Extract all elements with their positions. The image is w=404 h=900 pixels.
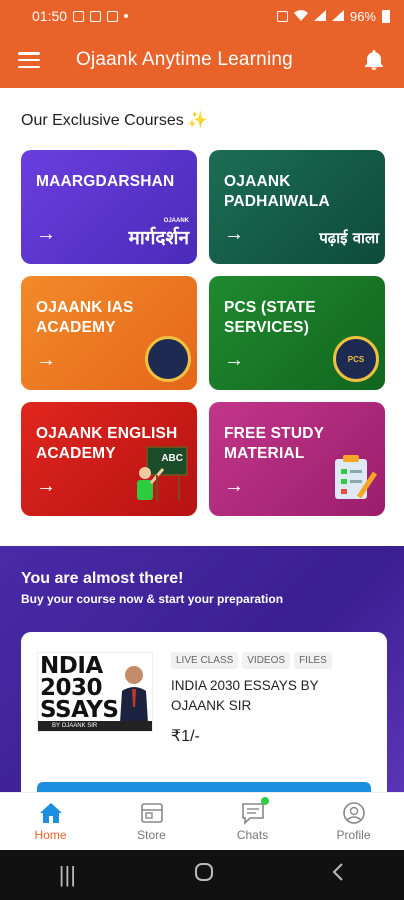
- arrow-right-icon: →: [224, 223, 244, 245]
- nav-home[interactable]: Home: [0, 793, 101, 850]
- chat-icon: [241, 803, 264, 825]
- recent-apps-icon[interactable]: |||: [59, 862, 76, 888]
- course-tags: LIVE CLASS VIDEOS FILES: [171, 652, 332, 669]
- maargdarshan-logo: OJAANK मार्गदर्शन: [128, 218, 189, 249]
- whatsapp-notification-icon: [73, 10, 85, 22]
- course-title: MAARGDARSHAN: [36, 173, 175, 190]
- nav-store[interactable]: Store: [101, 793, 202, 850]
- chat-unread-dot: [261, 797, 269, 805]
- app-title: Ojaank Anytime Learning: [76, 49, 293, 70]
- home-icon: [39, 803, 62, 823]
- course-card-ias-academy[interactable]: OJAANK IAS ACADEMY →: [21, 276, 197, 390]
- course-price: ₹1/-: [171, 728, 200, 745]
- tag-files: FILES: [294, 652, 332, 669]
- bell-icon[interactable]: [362, 48, 386, 72]
- arrow-right-icon: →: [36, 475, 56, 497]
- battery-icon: [382, 9, 390, 23]
- nav-profile[interactable]: Profile: [303, 793, 404, 850]
- more-notifications-icon: [124, 14, 129, 18]
- course-card-free-study-material[interactable]: FREE STUDY MATERIAL →: [209, 402, 385, 516]
- course-card-maargdarshan[interactable]: MAARGDARSHAN → OJAANK मार्गदर्शन: [21, 150, 197, 264]
- buy-now-button[interactable]: [37, 782, 371, 792]
- course-card-padhaiwala[interactable]: OJAANK PADHAIWALA → पढ़ाई वाला: [209, 150, 385, 264]
- study-notes-icon: [329, 453, 379, 508]
- course-name: INDIA 2030 ESSAYS BY OJAANK SIR: [171, 678, 319, 713]
- nav-chats[interactable]: Chats: [202, 793, 303, 850]
- course-card-english-academy[interactable]: OJAANK ENGLISH ACADEMY → ABC: [21, 402, 197, 516]
- instructor-photo: [120, 666, 148, 723]
- nav-profile-label: Profile: [336, 828, 371, 842]
- arrow-right-icon: →: [36, 349, 56, 371]
- board-text: ABC: [161, 453, 183, 464]
- bottom-navigation: Home Store Chats Profile: [0, 792, 404, 850]
- promo-subtitle: Buy your course now & start your prepara…: [21, 592, 284, 606]
- courses-section: Our Exclusive Courses ✨ MAARGDARSHAN → OJ…: [0, 88, 404, 538]
- nav-store-label: Store: [137, 828, 166, 842]
- profile-icon: [342, 802, 365, 824]
- course-title: OJAANK PADHAIWALA: [224, 173, 330, 210]
- course-title: PCS (STATE SERVICES): [224, 299, 316, 336]
- status-time: 01:50: [32, 8, 68, 24]
- course-card-india-2030[interactable]: NDIA 2030 SSAYS BY OJAANK SIR LIVE CLASS…: [21, 632, 387, 792]
- promo-banner: You are almost there! Buy your course no…: [0, 546, 404, 792]
- padhaiwala-logo: पढ़ाई वाला: [319, 229, 379, 247]
- nav-home-label: Home: [34, 828, 67, 842]
- store-icon: [140, 803, 163, 823]
- menu-icon[interactable]: [18, 52, 40, 68]
- signal-icon: [313, 9, 326, 24]
- system-navigation-bar: |||: [0, 850, 404, 900]
- course-thumbnail: NDIA 2030 SSAYS BY OJAANK SIR: [37, 652, 153, 732]
- tag-videos: VIDEOS: [242, 652, 291, 669]
- promo-title: You are almost there!: [21, 570, 184, 587]
- app-bar: Ojaank Anytime Learning: [0, 32, 404, 88]
- thumbnail-byline: BY OJAANK SIR: [38, 721, 152, 731]
- back-icon[interactable]: [331, 862, 345, 888]
- gallery-notification-icon: [90, 10, 102, 22]
- gmail-notification-icon: [107, 10, 119, 22]
- arrow-right-icon: →: [224, 475, 244, 497]
- arrow-right-icon: →: [36, 223, 56, 245]
- tag-live-class: LIVE CLASS: [171, 652, 239, 669]
- status-bar: 01:50 96%: [0, 0, 404, 32]
- battery-percent: 96%: [349, 8, 376, 24]
- nav-chats-label: Chats: [236, 828, 269, 842]
- alarm-icon: [276, 10, 288, 22]
- signal-icon-2: [331, 9, 344, 24]
- arrow-right-icon: →: [224, 349, 244, 371]
- wifi-icon: [293, 9, 308, 24]
- ias-academy-emblem: [145, 336, 191, 382]
- section-title: Our Exclusive Courses ✨: [21, 112, 208, 129]
- pcs-emblem: PCS: [333, 336, 379, 382]
- home-button-icon[interactable]: [194, 862, 214, 888]
- course-title: OJAANK IAS ACADEMY: [36, 299, 134, 336]
- course-card-pcs[interactable]: PCS (STATE SERVICES) → PCS: [209, 276, 385, 390]
- sparkle-icon: ✨: [187, 112, 208, 129]
